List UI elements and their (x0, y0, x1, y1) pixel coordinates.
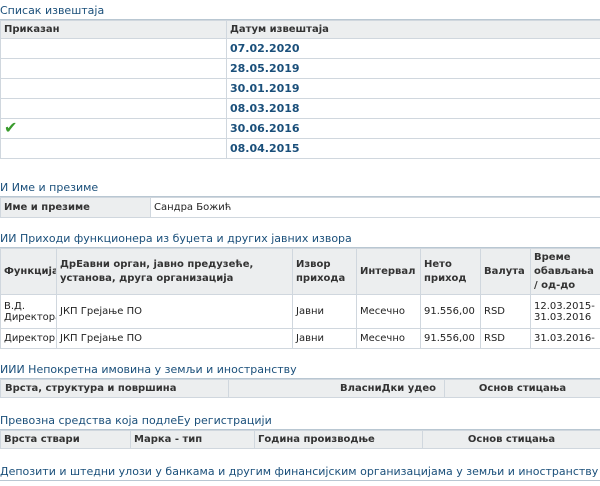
organization-cell: ЈКП Грејање ПО (56, 294, 293, 329)
real-estate-table: Врста, структура и површина ВласниДки уд… (0, 379, 600, 398)
period-cell: 31.03.2016- (530, 328, 600, 349)
name-row: Име и презиме Сандра Божић (0, 197, 600, 218)
net-income-cell: 91.556,00 (420, 328, 481, 349)
report-row[interactable]: 08.03.2018 (0, 98, 600, 119)
col-header-report-date: Датум извештаја (226, 20, 600, 39)
report-row[interactable]: 30.01.2019 (0, 78, 600, 99)
report-row[interactable]: ✔ 30.06.2016 (0, 118, 600, 139)
report-date-link[interactable]: 08.03.2018 (226, 98, 600, 119)
report-date-link[interactable]: 30.06.2016 (226, 118, 600, 139)
income-table: Функција ДрЕавни орган, јавно предузеће,… (0, 248, 600, 349)
report-row[interactable]: 08.04.2015 (0, 138, 600, 159)
report-date-link[interactable]: 30.01.2019 (226, 78, 600, 99)
section-deposits-rule (0, 480, 600, 481)
col-header-net-income: Нето приход (420, 248, 481, 295)
shown-cell (0, 38, 227, 59)
report-date-link[interactable]: 07.02.2020 (226, 38, 600, 59)
report-date-link[interactable]: 08.04.2015 (226, 138, 600, 159)
col-header-acquisition-basis: Основ стицања (444, 379, 600, 398)
shown-cell (0, 138, 227, 159)
reports-title: Списак извештаја (0, 4, 105, 17)
function-cell: В.Д. Директора (0, 294, 57, 329)
col-header-item-type: Врста ствари (0, 430, 131, 449)
reports-header-row: Приказан Датум извештаја (0, 20, 600, 39)
income-row: В.Д. Директора ЈКП Грејање ПО Јавни Месе… (0, 294, 600, 329)
shown-cell (0, 98, 227, 119)
section-name-title: И Име и презиме (0, 181, 99, 194)
report-date-link[interactable]: 28.05.2019 (226, 58, 600, 79)
interval-cell: Месечно (356, 328, 421, 349)
currency-cell: RSD (480, 294, 531, 329)
reports-table: Приказан Датум извештаја 07.02.2020 28.0… (0, 20, 600, 159)
section-vehicles-title: Превозна средства која подлеЕу регистрац… (0, 414, 272, 427)
function-cell: Директор (0, 328, 57, 349)
net-income-cell: 91.556,00 (420, 294, 481, 329)
col-header-income-source: Извор прихода (292, 248, 357, 295)
col-header-acquisition-basis: Основ стицања (422, 430, 600, 449)
real-estate-header-row: Врста, структура и површина ВласниДки уд… (0, 379, 600, 398)
shown-cell: ✔ (0, 118, 227, 139)
col-header-period: Време обављања / од-до (530, 248, 600, 295)
interval-cell: Месечно (356, 294, 421, 329)
checkmark-icon: ✔ (4, 118, 18, 137)
report-row[interactable]: 28.05.2019 (0, 58, 600, 79)
section-income-title: ИИ Приходи функционера из буџета и други… (0, 232, 352, 245)
col-header-interval: Интервал (356, 248, 421, 295)
income-row: Директор ЈКП Грејање ПО Јавни Месечно 91… (0, 328, 600, 349)
col-header-type-structure-area: Врста, структура и површина (0, 379, 229, 398)
section-real-estate-title: ИИИ Непокретна имовина у земљи и иностра… (0, 363, 297, 376)
currency-cell: RSD (480, 328, 531, 349)
name-label: Име и презиме (0, 197, 151, 218)
col-header-ownership-share: ВласниДки удео (228, 379, 445, 398)
col-header-production-year: Година производње (254, 430, 423, 449)
income-source-cell: Јавни (292, 294, 357, 329)
name-table: Име и презиме Сандра Божић (0, 197, 600, 218)
report-row[interactable]: 07.02.2020 (0, 38, 600, 59)
vehicles-table: Врста ствари Марка - тип Година производ… (0, 430, 600, 449)
income-source-cell: Јавни (292, 328, 357, 349)
col-header-organization: ДрЕавни орган, јавно предузеће, установа… (56, 248, 293, 295)
col-header-function: Функција (0, 248, 57, 295)
col-header-make-model: Марка - тип (130, 430, 255, 449)
vehicles-header-row: Врста ствари Марка - тип Година производ… (0, 430, 600, 449)
section-deposits-title: Депозити и штедни улози у банкама и друг… (0, 465, 599, 478)
shown-cell (0, 58, 227, 79)
period-cell: 12.03.2015-31.03.2016 (530, 294, 600, 329)
shown-cell (0, 78, 227, 99)
name-value: Сандра Божић (150, 197, 600, 218)
income-header-row: Функција ДрЕавни орган, јавно предузеће,… (0, 248, 600, 295)
col-header-currency: Валута (480, 248, 531, 295)
col-header-shown: Приказан (0, 20, 227, 39)
organization-cell: ЈКП Грејање ПО (56, 328, 293, 349)
